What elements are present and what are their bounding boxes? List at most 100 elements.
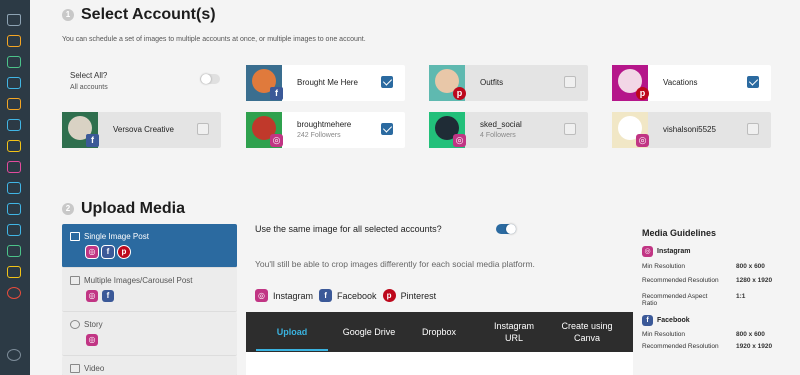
instagram-icon: ◎ [86,290,98,302]
facebook-icon: f [102,246,114,258]
account-thumbnail: p [429,65,466,101]
platform-list: ◎ Instagram f Facebook p Pinterest [255,289,442,302]
tab-dropbox[interactable]: Dropbox [408,326,470,338]
grid-icon[interactable] [7,119,21,131]
guidelines-title: Media Guidelines [642,228,717,238]
video-icon [70,364,80,373]
instagram-icon[interactable] [7,161,21,173]
upload-drop-area[interactable] [246,352,633,375]
left-sidebar [0,0,30,375]
account-card-vishalsoni5525[interactable]: ◎ vishalsoni5525 [612,112,771,148]
same-image-toggle[interactable] [496,224,516,234]
platform-label: Instagram [273,290,314,301]
power-icon[interactable] [7,349,21,361]
account-followers: 242 Followers [297,132,341,139]
instagram-icon: ◎ [270,134,283,147]
facebook-icon: f [642,315,653,326]
guideline-value: 800 x 600 [736,263,765,270]
platform-label: Facebook [337,290,377,301]
account-checkbox[interactable] [197,123,209,135]
account-checkbox[interactable] [381,123,393,135]
inbox-icon[interactable] [7,182,21,194]
pinterest-icon: p [453,87,466,100]
account-card-brought-me-here[interactable]: f Brought Me Here [246,65,405,101]
post-type-video[interactable]: Video [62,356,237,375]
guideline-value: 800 x 600 [736,331,765,338]
account-card-sked-social[interactable]: ◎ sked_social 4 Followers [429,112,588,148]
pinterest-icon: p [636,87,649,100]
instagram-icon: ◎ [453,134,466,147]
step-badge: 2 [62,203,74,215]
select-all-toggle[interactable] [200,74,220,84]
account-thumbnail: f [62,112,99,148]
account-checkbox[interactable] [564,123,576,135]
tab-instagram-url[interactable]: Instagram URL [484,320,544,344]
account-checkbox[interactable] [381,76,393,88]
tab-google-drive[interactable]: Google Drive [330,326,408,338]
facebook-icon: f [102,290,114,302]
select-all-label: Select All? [70,71,108,80]
post-type-label: Video [84,364,105,373]
guideline-key: Recommended Resolution [642,343,719,350]
account-card-broughtmehere[interactable]: ◎ broughtmehere 242 Followers [246,112,405,148]
plus-circle-icon [70,320,80,329]
post-type-label: Story [84,320,103,329]
account-card-vacations[interactable]: p Vacations [612,65,771,101]
main-content: 1 Select Account(s) You can schedule a s… [30,0,800,375]
platform-label: Pinterest [400,290,437,301]
guidelines-platform-label: Instagram [657,248,691,255]
media-guidelines: Media Guidelines ◎ Instagram Min Resolut… [642,228,792,359]
section-title-upload-media: Upload Media [81,200,186,217]
facebook-icon: f [270,87,283,100]
active-tab-underline [256,349,328,351]
account-name: Brought Me Here [297,78,358,87]
guideline-value: 1280 x 1920 [736,277,773,284]
post-type-single-image[interactable]: Single Image Post ◎ f p [62,224,237,268]
guideline-value: 1:1 [736,293,746,300]
account-thumbnail: ◎ [246,112,283,148]
facebook-icon: f [86,134,99,147]
section-title-select-accounts: Select Account(s) [81,6,216,23]
account-name: Vacations [663,78,698,87]
post-type-label: Single Image Post [84,232,149,241]
layers-icon[interactable] [7,224,21,236]
user-icon[interactable] [7,245,21,257]
help-icon[interactable] [7,287,21,299]
platform-instagram: ◎ Instagram [255,289,313,302]
guideline-row: Min Resolution 800 x 600 [642,263,792,272]
chart-icon[interactable] [7,98,21,110]
step-badge: 1 [62,9,74,21]
guideline-row: Recommended Aspect Ratio 1:1 [642,293,792,315]
tag-icon[interactable] [7,140,21,152]
instagram-icon: ◎ [642,246,653,257]
post-type-carousel[interactable]: Multiple Images/Carousel Post ◎ f [62,268,237,312]
guidelines-facebook: f Facebook [642,315,792,326]
phone-icon[interactable] [7,56,21,68]
tab-upload[interactable]: Upload [256,326,328,338]
account-checkbox[interactable] [564,76,576,88]
account-checkbox[interactable] [747,123,759,135]
crop-note: You'll still be able to crop images diff… [255,259,535,269]
account-checkbox[interactable] [747,76,759,88]
post-type-story[interactable]: Story ◎ [62,312,237,356]
tab-create-using-canva[interactable]: Create using Canva [550,320,624,344]
media-icon[interactable] [7,77,21,89]
account-name: broughtmehere [297,120,352,129]
guideline-row: Recommended Resolution 1280 x 1920 [642,277,792,293]
guidelines-platform-label: Facebook [657,317,690,324]
pinterest-icon: p [382,289,396,302]
account-name: sked_social [480,120,522,129]
settings-icon[interactable] [7,266,21,278]
instagram-icon: ◎ [636,134,649,147]
account-card-versova-creative[interactable]: f Versova Creative [62,112,221,148]
network-icon[interactable] [7,203,21,215]
guideline-key: Recommended Resolution [642,277,719,284]
guideline-key: Min Resolution [642,263,685,270]
select-all-sub: All accounts [70,84,108,91]
account-card-outfits[interactable]: p Outfits [429,65,588,101]
home-icon[interactable] [7,14,21,26]
upload-icon[interactable] [7,35,21,47]
account-thumbnail: ◎ [612,112,649,148]
section-description: You can schedule a set of images to mult… [62,36,366,43]
guideline-row: Min Resolution 800 x 600 [642,331,792,340]
